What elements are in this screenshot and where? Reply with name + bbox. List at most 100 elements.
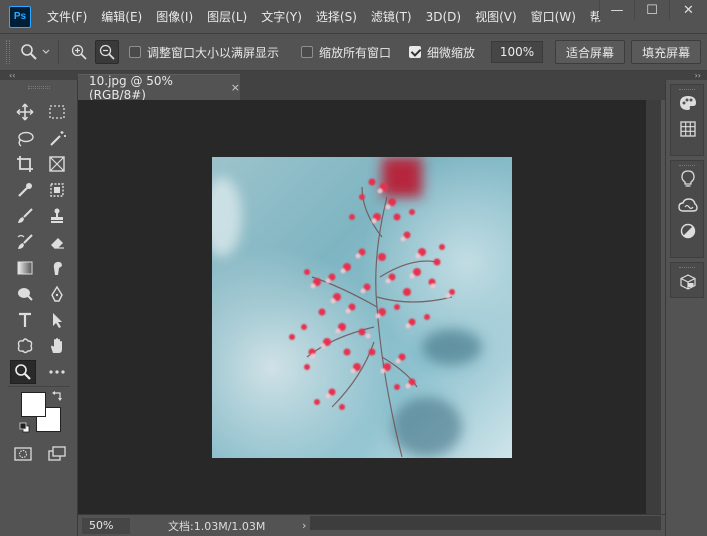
chevron-down-icon bbox=[42, 49, 50, 55]
move-tool[interactable] bbox=[12, 100, 38, 124]
options-bar: 调整窗口大小以满屏显示 缩放所有窗口 细微缩放 100% 适合屏幕 填充屏幕 bbox=[0, 33, 707, 71]
lasso-tool[interactable] bbox=[12, 127, 38, 151]
custom-shape-icon bbox=[16, 337, 34, 355]
zoom-tool-icon bbox=[20, 43, 38, 61]
screen-mode-button[interactable] bbox=[44, 442, 70, 466]
adjustments-panel-button[interactable] bbox=[671, 218, 705, 244]
hand-tool[interactable] bbox=[44, 334, 70, 358]
gradient-icon bbox=[16, 259, 34, 277]
dock-group-1 bbox=[670, 84, 704, 156]
toolbox-header[interactable]: ‹‹ bbox=[0, 71, 78, 80]
menu-edit[interactable]: 编辑(E) bbox=[101, 8, 142, 25]
eyedropper-tool[interactable] bbox=[12, 178, 38, 202]
swap-colors-icon[interactable] bbox=[52, 390, 63, 401]
fit-screen-button[interactable]: 适合屏幕 bbox=[555, 40, 626, 64]
menu-file[interactable]: 文件(F) bbox=[47, 8, 87, 25]
document-image[interactable] bbox=[212, 157, 512, 458]
swatches-panel-button[interactable] bbox=[671, 116, 705, 142]
collapse-right-icon[interactable]: ›› bbox=[695, 71, 701, 80]
horizontal-scrollbar[interactable] bbox=[310, 516, 661, 530]
hand-icon bbox=[48, 337, 66, 355]
path-selection-tool[interactable] bbox=[44, 308, 70, 332]
libraries-panel-button[interactable] bbox=[671, 192, 705, 218]
dodge-tool[interactable] bbox=[12, 282, 38, 306]
smudge-tool[interactable] bbox=[44, 256, 70, 280]
minimize-button[interactable]: — bbox=[599, 0, 634, 20]
zoom-out-button[interactable] bbox=[95, 40, 119, 64]
menu-window[interactable]: 窗口(W) bbox=[531, 8, 576, 25]
frame-icon bbox=[48, 155, 66, 173]
resize-windows-label: 调整窗口大小以满屏显示 bbox=[147, 45, 280, 60]
collapse-left-icon[interactable]: ‹‹ bbox=[9, 71, 15, 80]
menu-3d[interactable]: 3D(D) bbox=[426, 10, 461, 24]
vertical-scrollbar[interactable] bbox=[646, 100, 661, 514]
checkbox-box bbox=[129, 46, 141, 58]
scrubby-zoom-checkbox[interactable]: 细微缩放 bbox=[409, 44, 475, 61]
close-document-icon[interactable]: × bbox=[231, 81, 240, 94]
document-tab[interactable]: 10.jpg @ 50%(RGB/8#) × bbox=[78, 73, 240, 102]
history-brush-icon bbox=[16, 233, 34, 251]
move-icon bbox=[16, 103, 34, 121]
resize-windows-checkbox[interactable]: 调整窗口大小以满屏显示 bbox=[129, 44, 279, 61]
menu-layer[interactable]: 图层(L) bbox=[207, 8, 247, 25]
frame-tool[interactable] bbox=[44, 152, 70, 176]
magic-wand-icon bbox=[48, 130, 66, 148]
brush-tool[interactable] bbox=[12, 204, 38, 228]
arrow-cursor-icon bbox=[48, 311, 66, 329]
more-tools-button[interactable] bbox=[44, 360, 70, 384]
lightbulb-icon bbox=[681, 170, 695, 188]
default-colors-icon[interactable] bbox=[19, 422, 30, 433]
status-menu-arrow[interactable]: › bbox=[302, 519, 306, 532]
dock-header[interactable]: ›› bbox=[665, 71, 707, 80]
document-size-info[interactable]: 文档:1.03M/1.03M bbox=[168, 518, 294, 534]
close-window-button[interactable]: ✕ bbox=[669, 0, 707, 20]
zoom-out-icon bbox=[99, 44, 115, 60]
foreground-color-swatch[interactable] bbox=[21, 392, 46, 417]
checkbox-box-checked bbox=[409, 46, 422, 58]
gradient-tool[interactable] bbox=[12, 256, 38, 280]
options-bar-grip[interactable] bbox=[6, 40, 10, 64]
scrubby-zoom-label: 细微缩放 bbox=[427, 45, 476, 60]
custom-shape-tool[interactable] bbox=[12, 334, 38, 358]
crop-tool[interactable] bbox=[12, 152, 38, 176]
flower-photo bbox=[212, 157, 512, 458]
status-zoom-field[interactable]: 50% bbox=[82, 517, 130, 534]
menu-type[interactable]: 文字(Y) bbox=[261, 8, 302, 25]
menu-image[interactable]: 图像(I) bbox=[156, 8, 193, 25]
document-tab-title: 10.jpg @ 50%(RGB/8#) bbox=[89, 73, 173, 102]
3d-panel-button[interactable] bbox=[671, 268, 705, 296]
pen-tool[interactable] bbox=[44, 282, 70, 306]
menu-select[interactable]: 选择(S) bbox=[316, 8, 357, 25]
zoom-all-windows-checkbox[interactable]: 缩放所有窗口 bbox=[301, 44, 391, 61]
menu-filter[interactable]: 滤镜(T) bbox=[371, 8, 412, 25]
history-brush-tool[interactable] bbox=[12, 230, 38, 254]
patch-icon bbox=[48, 181, 66, 199]
magic-wand-tool[interactable] bbox=[44, 127, 70, 151]
color-panel-button[interactable] bbox=[671, 90, 705, 116]
panel-dock bbox=[665, 80, 707, 536]
screen-mode-icon bbox=[48, 446, 66, 462]
patch-tool[interactable] bbox=[44, 178, 70, 202]
toolbox-grip[interactable] bbox=[28, 86, 50, 89]
stamp-tool[interactable] bbox=[44, 204, 70, 228]
dock-group-3 bbox=[670, 262, 704, 298]
separator bbox=[58, 40, 59, 64]
tool-preset-picker[interactable] bbox=[20, 43, 50, 61]
maximize-button[interactable]: ☐ bbox=[634, 0, 669, 20]
menu-view[interactable]: 视图(V) bbox=[475, 8, 517, 25]
fill-screen-button[interactable]: 填充屏幕 bbox=[631, 40, 702, 64]
quick-mask-icon bbox=[14, 446, 32, 462]
zoom-in-button[interactable] bbox=[67, 40, 91, 64]
zoom-in-icon bbox=[71, 44, 87, 60]
creative-cloud-icon bbox=[678, 198, 698, 212]
type-tool[interactable] bbox=[12, 308, 38, 332]
zoom-tool[interactable] bbox=[10, 360, 36, 384]
marquee-tool[interactable] bbox=[44, 100, 70, 124]
lasso-icon bbox=[16, 130, 34, 148]
zoom-percentage-field[interactable]: 100% bbox=[491, 41, 544, 63]
window-controls: — ☐ ✕ bbox=[599, 0, 707, 20]
magnifier-icon bbox=[14, 363, 32, 381]
learn-panel-button[interactable] bbox=[671, 166, 705, 192]
eraser-tool[interactable] bbox=[44, 230, 70, 254]
quick-mask-button[interactable] bbox=[10, 442, 36, 466]
